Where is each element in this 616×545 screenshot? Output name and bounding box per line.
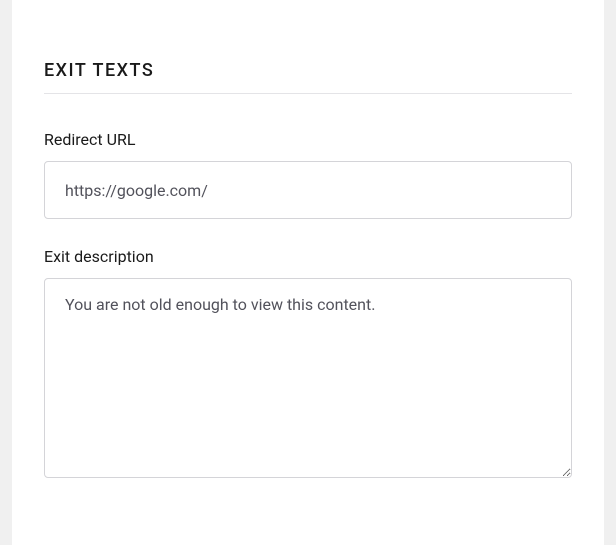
section-title: EXIT TEXTS [44,60,572,81]
exit-description-textarea[interactable] [44,278,572,478]
settings-panel: EXIT TEXTS Redirect URL Exit description [12,0,604,545]
redirect-url-input[interactable] [44,161,572,219]
section-divider [44,93,572,94]
exit-description-label: Exit description [44,247,572,266]
page-container: EXIT TEXTS Redirect URL Exit description [0,0,616,545]
redirect-url-field: Redirect URL [44,130,572,219]
exit-description-field: Exit description [44,247,572,482]
redirect-url-label: Redirect URL [44,130,572,149]
